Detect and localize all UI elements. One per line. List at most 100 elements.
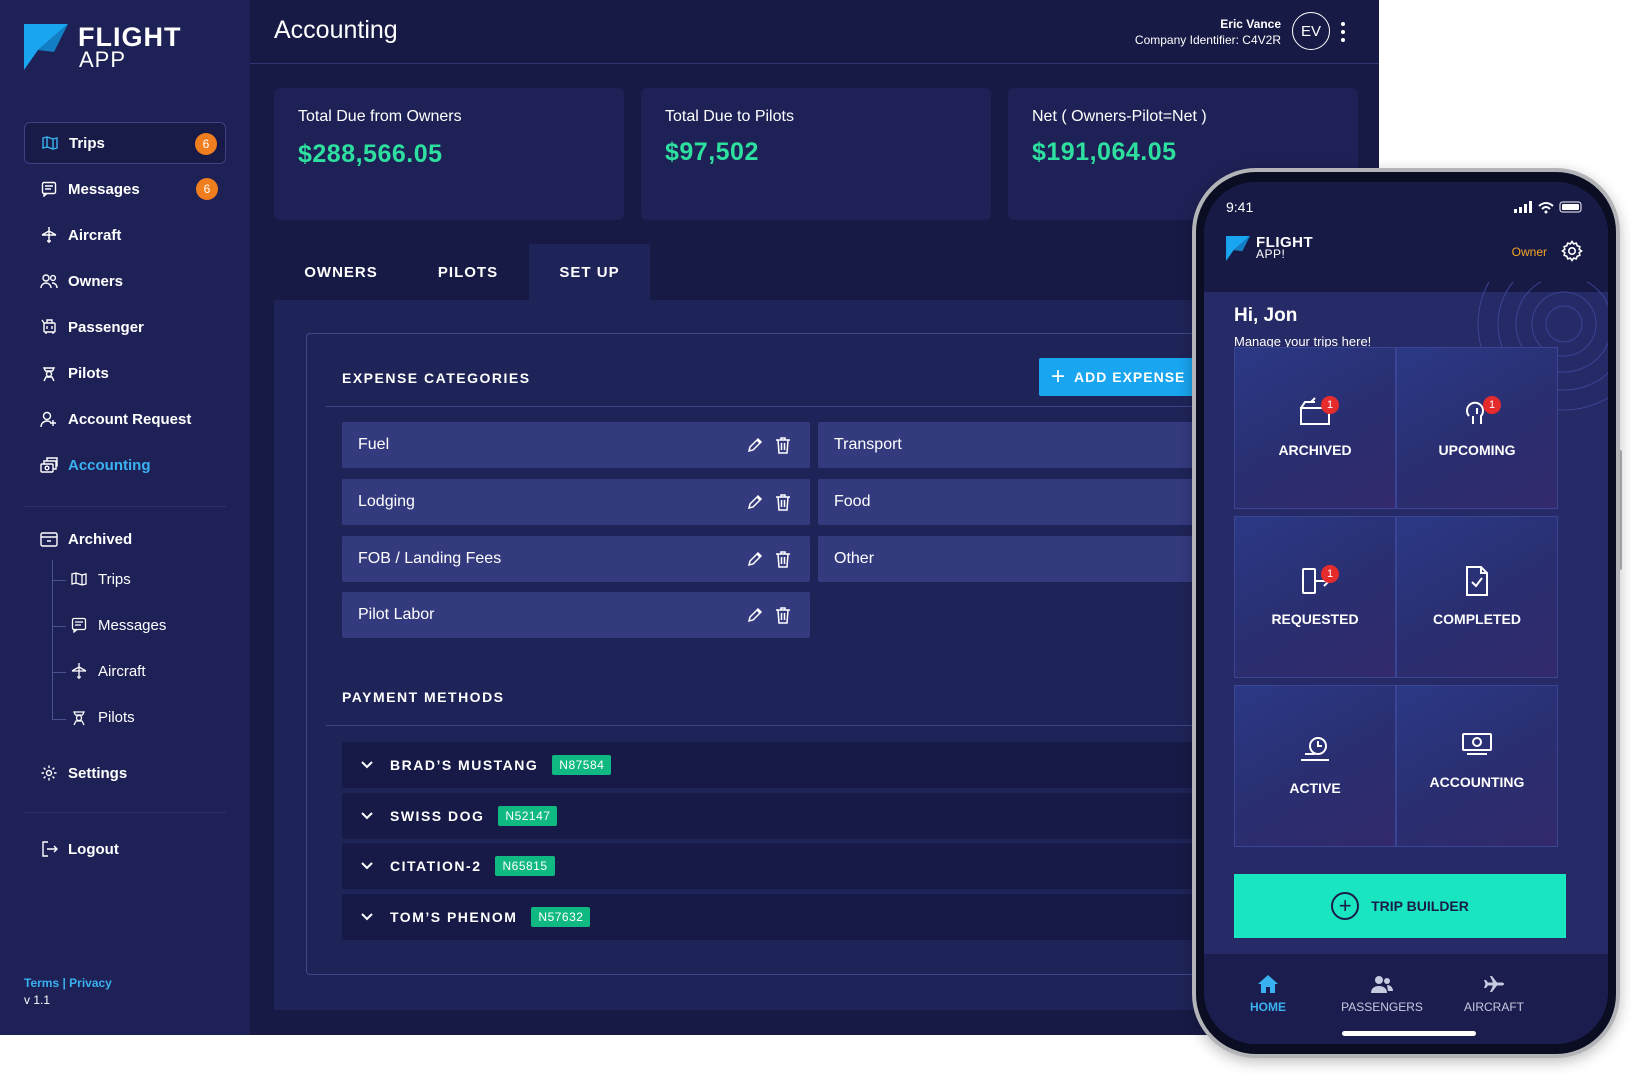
edit-pencil-icon[interactable]: [744, 491, 766, 513]
edit-pencil-icon[interactable]: [744, 434, 766, 456]
sidebar-item-accounting[interactable]: Accounting: [24, 444, 226, 486]
tile-upcoming[interactable]: 1 UPCOMING: [1396, 347, 1558, 509]
map-icon: [70, 570, 88, 588]
chevron-down-icon: [360, 809, 374, 823]
tile-active[interactable]: ACTIVE: [1234, 685, 1396, 847]
plus-circle-icon: +: [1331, 892, 1360, 920]
tile-label: ARCHIVED: [1278, 442, 1352, 458]
payment-methods-title: PAYMENT METHODS: [342, 689, 505, 705]
sidebar-item-label: Settings: [68, 764, 128, 782]
archived-item-trips[interactable]: Trips: [70, 564, 131, 594]
sidebar-item-messages[interactable]: Messages 6: [24, 168, 226, 210]
tree-tick: [52, 626, 66, 627]
terms-privacy-links[interactable]: Terms | Privacy: [24, 976, 112, 990]
tail-number-badge: N57632: [531, 907, 591, 927]
sidebar-item-settings[interactable]: Settings: [24, 752, 226, 794]
desktop-app: FLIGHT APP Trips 6 Messages 6 Aircraft O…: [0, 0, 1379, 1035]
tile-label: REQUESTED: [1271, 611, 1359, 627]
payment-method-name: SWISS DOG: [390, 808, 485, 824]
pilot-icon: [40, 364, 58, 382]
tail-number-badge: N65815: [495, 856, 555, 876]
trash-icon[interactable]: [772, 491, 794, 513]
sidebar-item-pilots[interactable]: Pilots: [24, 352, 226, 394]
gear-icon: [40, 764, 58, 782]
sidebar-item-passenger[interactable]: Passenger: [24, 306, 226, 348]
sidebar-divider: [24, 812, 226, 813]
sidebar-item-label: Archived: [68, 530, 133, 548]
sidebar-item-account-request[interactable]: Account Request: [24, 398, 226, 440]
tile-completed[interactable]: COMPLETED: [1396, 516, 1558, 678]
more-menu-icon[interactable]: [1340, 22, 1346, 42]
tile-accounting[interactable]: ACCOUNTING: [1396, 685, 1558, 847]
settings-gear-icon[interactable]: [1560, 239, 1584, 263]
sidebar-item-trips[interactable]: Trips 6: [24, 122, 226, 164]
nav-aircraft[interactable]: AIRCRAFT: [1444, 974, 1544, 1014]
add-expense-button[interactable]: + ADD EXPENSE: [1039, 358, 1199, 396]
nav-home[interactable]: HOME: [1218, 974, 1318, 1014]
tail-number-badge: N52147: [498, 806, 558, 826]
users-icon: [1371, 976, 1393, 993]
notification-badge: 1: [1321, 396, 1339, 414]
sidebar-item-label: Aircraft: [68, 226, 122, 244]
tile-archived[interactable]: 1 ARCHIVED: [1234, 347, 1396, 509]
tree-tick: [52, 580, 66, 581]
stat-card-owners-due: Total Due from Owners $288,566.05: [274, 88, 624, 220]
accounting-icon: [1462, 733, 1492, 755]
trash-icon[interactable]: [772, 434, 794, 456]
nav-label: HOME: [1250, 1000, 1286, 1014]
edit-pencil-icon[interactable]: [744, 604, 766, 626]
greeting: Hi, Jon: [1234, 305, 1298, 326]
sidebar-item-label: Passenger: [68, 318, 144, 336]
stat-value: $191,064.05: [1032, 138, 1177, 166]
sidebar-item-label: Messages: [68, 180, 140, 198]
users-icon: [40, 272, 58, 290]
trash-icon[interactable]: [772, 604, 794, 626]
archived-item-label: Pilots: [98, 708, 135, 726]
app-logo[interactable]: FLIGHT APP: [24, 22, 194, 74]
sidebar-item-label: Trips: [69, 134, 105, 152]
avatar[interactable]: EV: [1292, 12, 1330, 50]
nav-passengers[interactable]: PASSENGERS: [1332, 974, 1432, 1014]
money-stack-icon: [40, 456, 58, 474]
notification-badge: 1: [1483, 396, 1501, 414]
message-icon: [70, 616, 88, 634]
archived-item-messages[interactable]: Messages: [70, 610, 166, 640]
trash-icon[interactable]: [772, 548, 794, 570]
tab-setup[interactable]: SET UP: [529, 244, 650, 302]
edit-pencil-icon[interactable]: [744, 548, 766, 570]
stat-label: Total Due from Owners: [298, 108, 462, 125]
tab-owners[interactable]: OWNERS: [285, 244, 397, 300]
logo-text-line2: APP!: [1256, 247, 1286, 261]
archived-item-pilots[interactable]: Pilots: [70, 702, 135, 732]
sidebar-item-label: Pilots: [68, 364, 109, 382]
expense-category-name: Fuel: [358, 436, 390, 453]
stat-value: $288,566.05: [298, 140, 443, 168]
archived-item-aircraft[interactable]: Aircraft: [70, 656, 146, 686]
archived-item-label: Aircraft: [98, 662, 146, 680]
messages-count-badge: 6: [196, 178, 218, 200]
chevron-down-icon: [360, 910, 374, 924]
stat-card-pilots-due: Total Due to Pilots $97,502: [641, 88, 991, 220]
trip-builder-label: TRIP BUILDER: [1371, 898, 1469, 914]
sidebar-item-archived[interactable]: Archived: [24, 518, 226, 560]
luggage-icon: [40, 318, 58, 336]
completed-icon: [1466, 566, 1488, 596]
map-icon: [41, 134, 59, 152]
airplane-icon: [40, 226, 58, 244]
user-name: Eric Vance: [1220, 17, 1281, 31]
trip-builder-button[interactable]: + TRIP BUILDER: [1234, 874, 1566, 938]
sidebar-item-aircraft[interactable]: Aircraft: [24, 214, 226, 256]
tab-pilots[interactable]: PILOTS: [412, 244, 524, 300]
archive-icon: [40, 530, 58, 548]
sidebar-item-label: Logout: [68, 840, 119, 858]
sidebar-divider: [24, 506, 226, 507]
expense-category-name: Pilot Labor: [358, 606, 435, 623]
stat-value: $97,502: [665, 138, 759, 166]
logout-button[interactable]: Logout: [24, 828, 226, 870]
stat-label: Total Due to Pilots: [665, 108, 794, 125]
pilot-icon: [70, 708, 88, 726]
sidebar-item-owners[interactable]: Owners: [24, 260, 226, 302]
tile-requested[interactable]: 1 REQUESTED: [1234, 516, 1396, 678]
logo-mark-icon: [24, 24, 68, 70]
expense-category-row: FOB / Landing Fees: [342, 536, 810, 582]
